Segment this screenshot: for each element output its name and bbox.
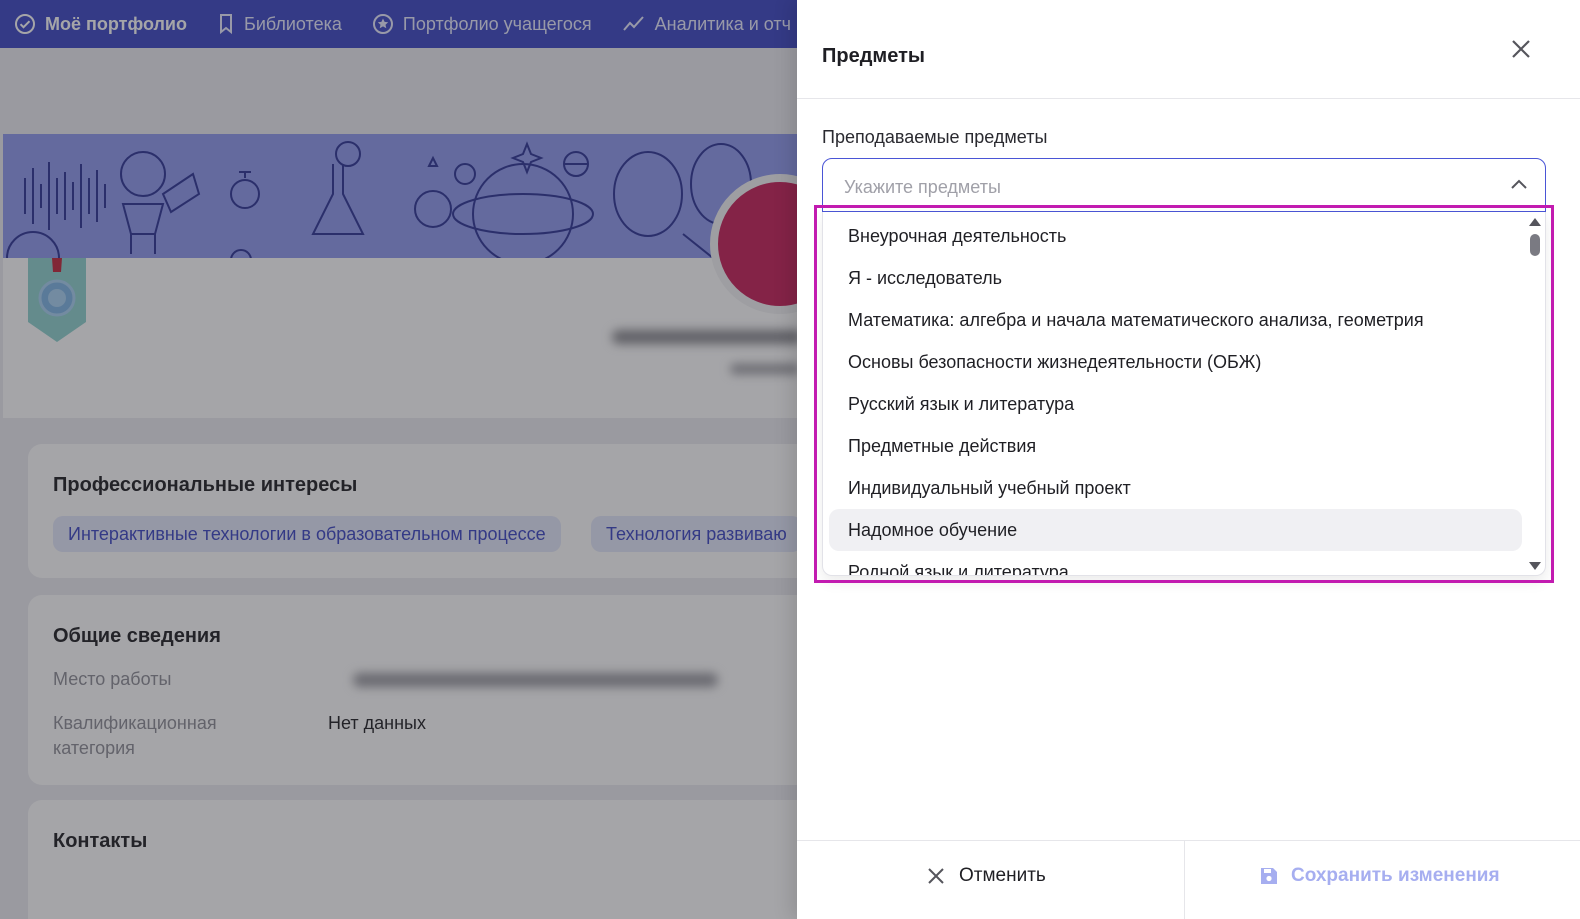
drawer-title: Предметы xyxy=(822,45,925,67)
footer-divider xyxy=(1184,841,1185,919)
subjects-field-label: Преподаваемые предметы xyxy=(822,127,1048,147)
options-container: Внеурочная деятельность Я - исследовател… xyxy=(829,215,1522,575)
close-icon xyxy=(928,868,944,884)
subjects-select[interactable]: Укажите предметы xyxy=(822,158,1546,212)
subject-option[interactable]: Предметные действия xyxy=(829,425,1522,467)
subject-option[interactable]: Я - исследователь xyxy=(829,257,1522,299)
save-changes-button[interactable]: Сохранить изменения xyxy=(1259,865,1500,887)
close-icon xyxy=(1512,40,1530,58)
save-icon xyxy=(1261,868,1277,884)
scrollbar-thumb[interactable] xyxy=(1530,234,1540,256)
save-button-label: Сохранить изменения xyxy=(1291,865,1500,886)
subject-option[interactable]: Родной язык и литература xyxy=(829,551,1522,575)
subject-option[interactable]: Русский язык и литература xyxy=(829,383,1522,425)
subjects-drawer: Предметы Преподаваемые предметы Укажите … xyxy=(797,0,1580,919)
subject-option[interactable]: Индивидуальный учебный проект xyxy=(829,467,1522,509)
cancel-button[interactable]: Отменить xyxy=(927,865,1046,887)
chevron-up-icon[interactable] xyxy=(1509,175,1529,195)
drawer-header: Предметы xyxy=(797,0,1580,99)
subject-option[interactable]: Внеурочная деятельность xyxy=(829,215,1522,257)
scroll-up-arrow-icon[interactable] xyxy=(1529,218,1541,226)
subject-option[interactable]: Математика: алгебра и начала математичес… xyxy=(829,299,1522,341)
subjects-select-placeholder: Укажите предметы xyxy=(844,177,1001,197)
subject-option[interactable]: Основы безопасности жизнедеятельности (О… xyxy=(829,341,1522,383)
dropdown-scrollbar[interactable] xyxy=(1529,218,1541,570)
subjects-dropdown-list[interactable]: Внеурочная деятельность Я - исследовател… xyxy=(822,212,1546,576)
close-button[interactable] xyxy=(1506,34,1536,64)
subject-option-hovered[interactable]: Надомное обучение xyxy=(829,509,1522,551)
cancel-button-label: Отменить xyxy=(959,865,1046,886)
drawer-footer: Отменить Сохранить изменения xyxy=(797,840,1580,919)
scroll-down-arrow-icon[interactable] xyxy=(1529,562,1541,570)
